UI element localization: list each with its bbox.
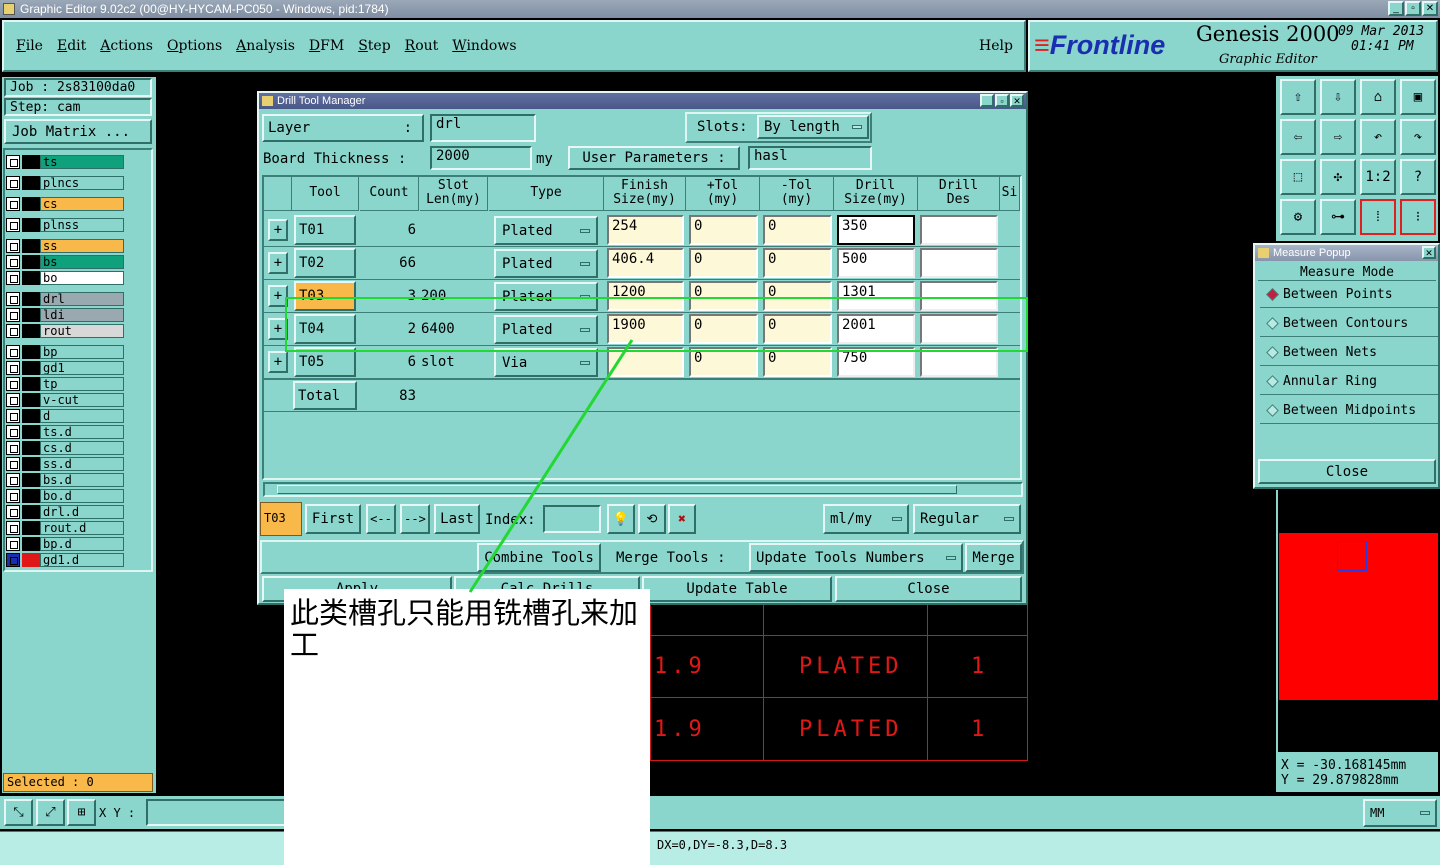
annotation-arrow [468, 339, 634, 593]
